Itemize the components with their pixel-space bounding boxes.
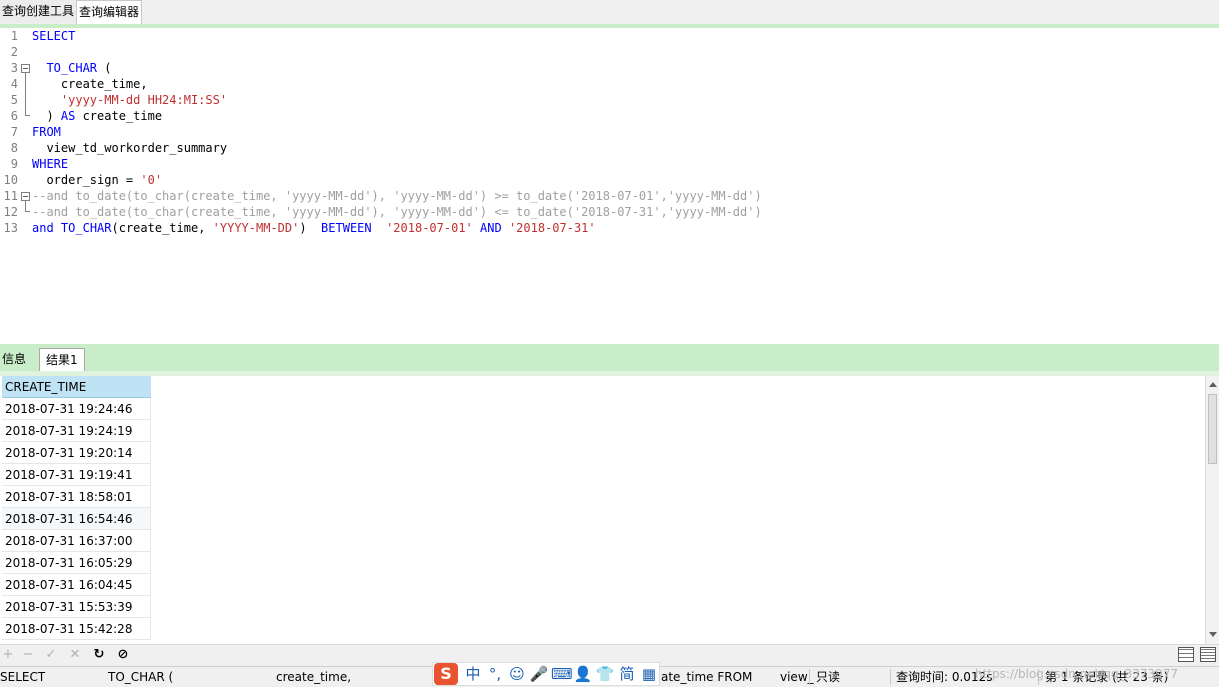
line-number: 10 bbox=[3, 173, 18, 187]
table-row[interactable]: 2018-07-31 16:05:29 bbox=[2, 552, 151, 574]
code-line-5: 'yyyy-MM-dd HH24:MI:SS' bbox=[60, 93, 228, 107]
code-line-7: FROM bbox=[32, 125, 61, 139]
table-row[interactable]: 2018-07-31 15:42:28 bbox=[2, 618, 151, 640]
result-tab-bar: 信息 结果1 bbox=[0, 348, 1219, 371]
form-view-icon[interactable] bbox=[1200, 647, 1216, 662]
line-number: 3 bbox=[10, 61, 18, 75]
tab-query-builder[interactable]: 查询创建工具 bbox=[0, 0, 78, 23]
line-number: 6 bbox=[10, 109, 18, 123]
line-number: 11 bbox=[3, 189, 18, 203]
table-row[interactable]: 2018-07-31 19:20:14 bbox=[2, 442, 151, 464]
line-number: 4 bbox=[10, 77, 18, 91]
code-line-3: TO_CHAR ( bbox=[46, 61, 112, 75]
table-row[interactable]: 2018-07-31 16:04:45 bbox=[2, 574, 151, 596]
ime-keyboard-icon[interactable]: ⌨ bbox=[551, 664, 573, 684]
column-header-create-time[interactable]: CREATE_TIME bbox=[2, 376, 151, 398]
table-row[interactable]: 2018-07-31 16:54:46 bbox=[2, 508, 151, 530]
ime-simplified-icon[interactable]: 简 bbox=[617, 664, 637, 684]
fold-line bbox=[25, 73, 26, 115]
status-sql-fragment: create_time, bbox=[276, 670, 352, 684]
code-line-4: create_time, bbox=[32, 77, 148, 91]
line-number: 5 bbox=[10, 93, 18, 107]
line-number: 1 bbox=[10, 29, 18, 43]
ime-chinese-mode-icon[interactable]: 中 bbox=[463, 664, 483, 684]
code-line-10: order_sign = '0' bbox=[32, 173, 163, 187]
fold-toggle-icon[interactable] bbox=[21, 64, 30, 73]
stop-icon[interactable]: ⊘ bbox=[115, 647, 131, 663]
code-line-9: WHERE bbox=[32, 157, 69, 171]
result-grid[interactable]: CREATE_TIME 2018-07-31 19:24:46 2018-07-… bbox=[0, 376, 1205, 644]
sql-editor[interactable]: 1 2 3 4 5 6 7 8 9 10 11 12 13 SELECT TO_… bbox=[0, 28, 1219, 344]
code-line-6: ) AS create_time bbox=[32, 109, 163, 123]
delete-record-icon[interactable]: − bbox=[20, 647, 36, 663]
code-line-1: SELECT bbox=[32, 29, 76, 43]
table-row[interactable]: 2018-07-31 16:37:00 bbox=[2, 530, 151, 552]
refresh-icon[interactable]: ↻ bbox=[91, 647, 107, 663]
code-line-12-comment: --and to_date(to_char(create_time, 'yyyy… bbox=[32, 205, 762, 219]
top-tab-bar: 查询创建工具 查询编辑器 bbox=[0, 0, 1219, 25]
fold-end bbox=[25, 115, 30, 116]
ime-emoji-icon[interactable]: ☺ bbox=[507, 664, 527, 684]
sogou-logo-icon[interactable]: S bbox=[434, 663, 458, 685]
line-number: 9 bbox=[10, 157, 18, 171]
scroll-thumb[interactable] bbox=[1208, 394, 1217, 464]
code-line-13: and TO_CHAR(create_time, 'YYYY-MM-DD') B… bbox=[32, 221, 596, 235]
table-row[interactable]: 2018-07-31 15:53:39 bbox=[2, 596, 151, 618]
code-line-8: view_td_workorder_summary bbox=[32, 141, 228, 155]
grid-view-icon[interactable] bbox=[1178, 647, 1194, 662]
fold-line bbox=[25, 201, 26, 211]
table-row[interactable]: 2018-07-31 19:24:19 bbox=[2, 420, 151, 442]
fold-end bbox=[25, 211, 30, 212]
tab-query-editor[interactable]: 查询编辑器 bbox=[76, 0, 143, 25]
status-divider bbox=[890, 669, 891, 685]
status-sql-fragment: TO_CHAR ( bbox=[108, 670, 174, 684]
line-number: 7 bbox=[10, 125, 18, 139]
line-number: 8 bbox=[10, 141, 18, 155]
line-number: 2 bbox=[10, 45, 18, 59]
scroll-up-icon[interactable] bbox=[1209, 382, 1217, 387]
line-number: 13 bbox=[3, 221, 18, 235]
discard-changes-icon[interactable]: ✕ bbox=[67, 647, 83, 663]
ime-apps-icon[interactable]: ▦ bbox=[639, 664, 659, 684]
code-line-11-comment: --and to_date(to_char(create_time, 'yyyy… bbox=[32, 189, 762, 203]
tab-info[interactable]: 信息 bbox=[0, 348, 28, 370]
ime-punctuation-icon[interactable]: °, bbox=[485, 664, 505, 684]
line-number: 12 bbox=[3, 205, 18, 219]
ime-skin-icon[interactable]: 👕 bbox=[595, 664, 615, 684]
fold-toggle-icon[interactable] bbox=[21, 192, 30, 201]
table-row[interactable]: 2018-07-31 18:58:01 bbox=[2, 486, 151, 508]
readonly-indicator: 只读 bbox=[816, 670, 841, 684]
table-row[interactable]: 2018-07-31 19:24:46 bbox=[2, 398, 151, 420]
add-record-icon[interactable]: + bbox=[0, 647, 16, 663]
vertical-scrollbar[interactable] bbox=[1205, 376, 1219, 644]
ime-voice-icon[interactable]: 🎤 bbox=[529, 664, 549, 684]
tab-result-1[interactable]: 结果1 bbox=[39, 348, 85, 371]
apply-changes-icon[interactable]: ✓ bbox=[43, 647, 59, 663]
scroll-down-icon[interactable] bbox=[1209, 632, 1217, 637]
ime-user-icon[interactable]: 👤 bbox=[573, 664, 593, 684]
watermark: https://blog.csdn.net/qq_3373977 bbox=[975, 667, 1179, 681]
status-sql-fragment: SELECT bbox=[0, 670, 46, 684]
table-row[interactable]: 2018-07-31 19:19:41 bbox=[2, 464, 151, 486]
status-divider bbox=[809, 669, 810, 685]
status-sql-fragment: ate_time FROM bbox=[661, 670, 753, 684]
ime-toolbar: S 中 °, ☺ 🎤 ⌨ 👤 👕 简 ▦ bbox=[432, 662, 660, 686]
line-number-gutter: 1 2 3 4 5 6 7 8 9 10 11 12 13 bbox=[0, 28, 30, 344]
